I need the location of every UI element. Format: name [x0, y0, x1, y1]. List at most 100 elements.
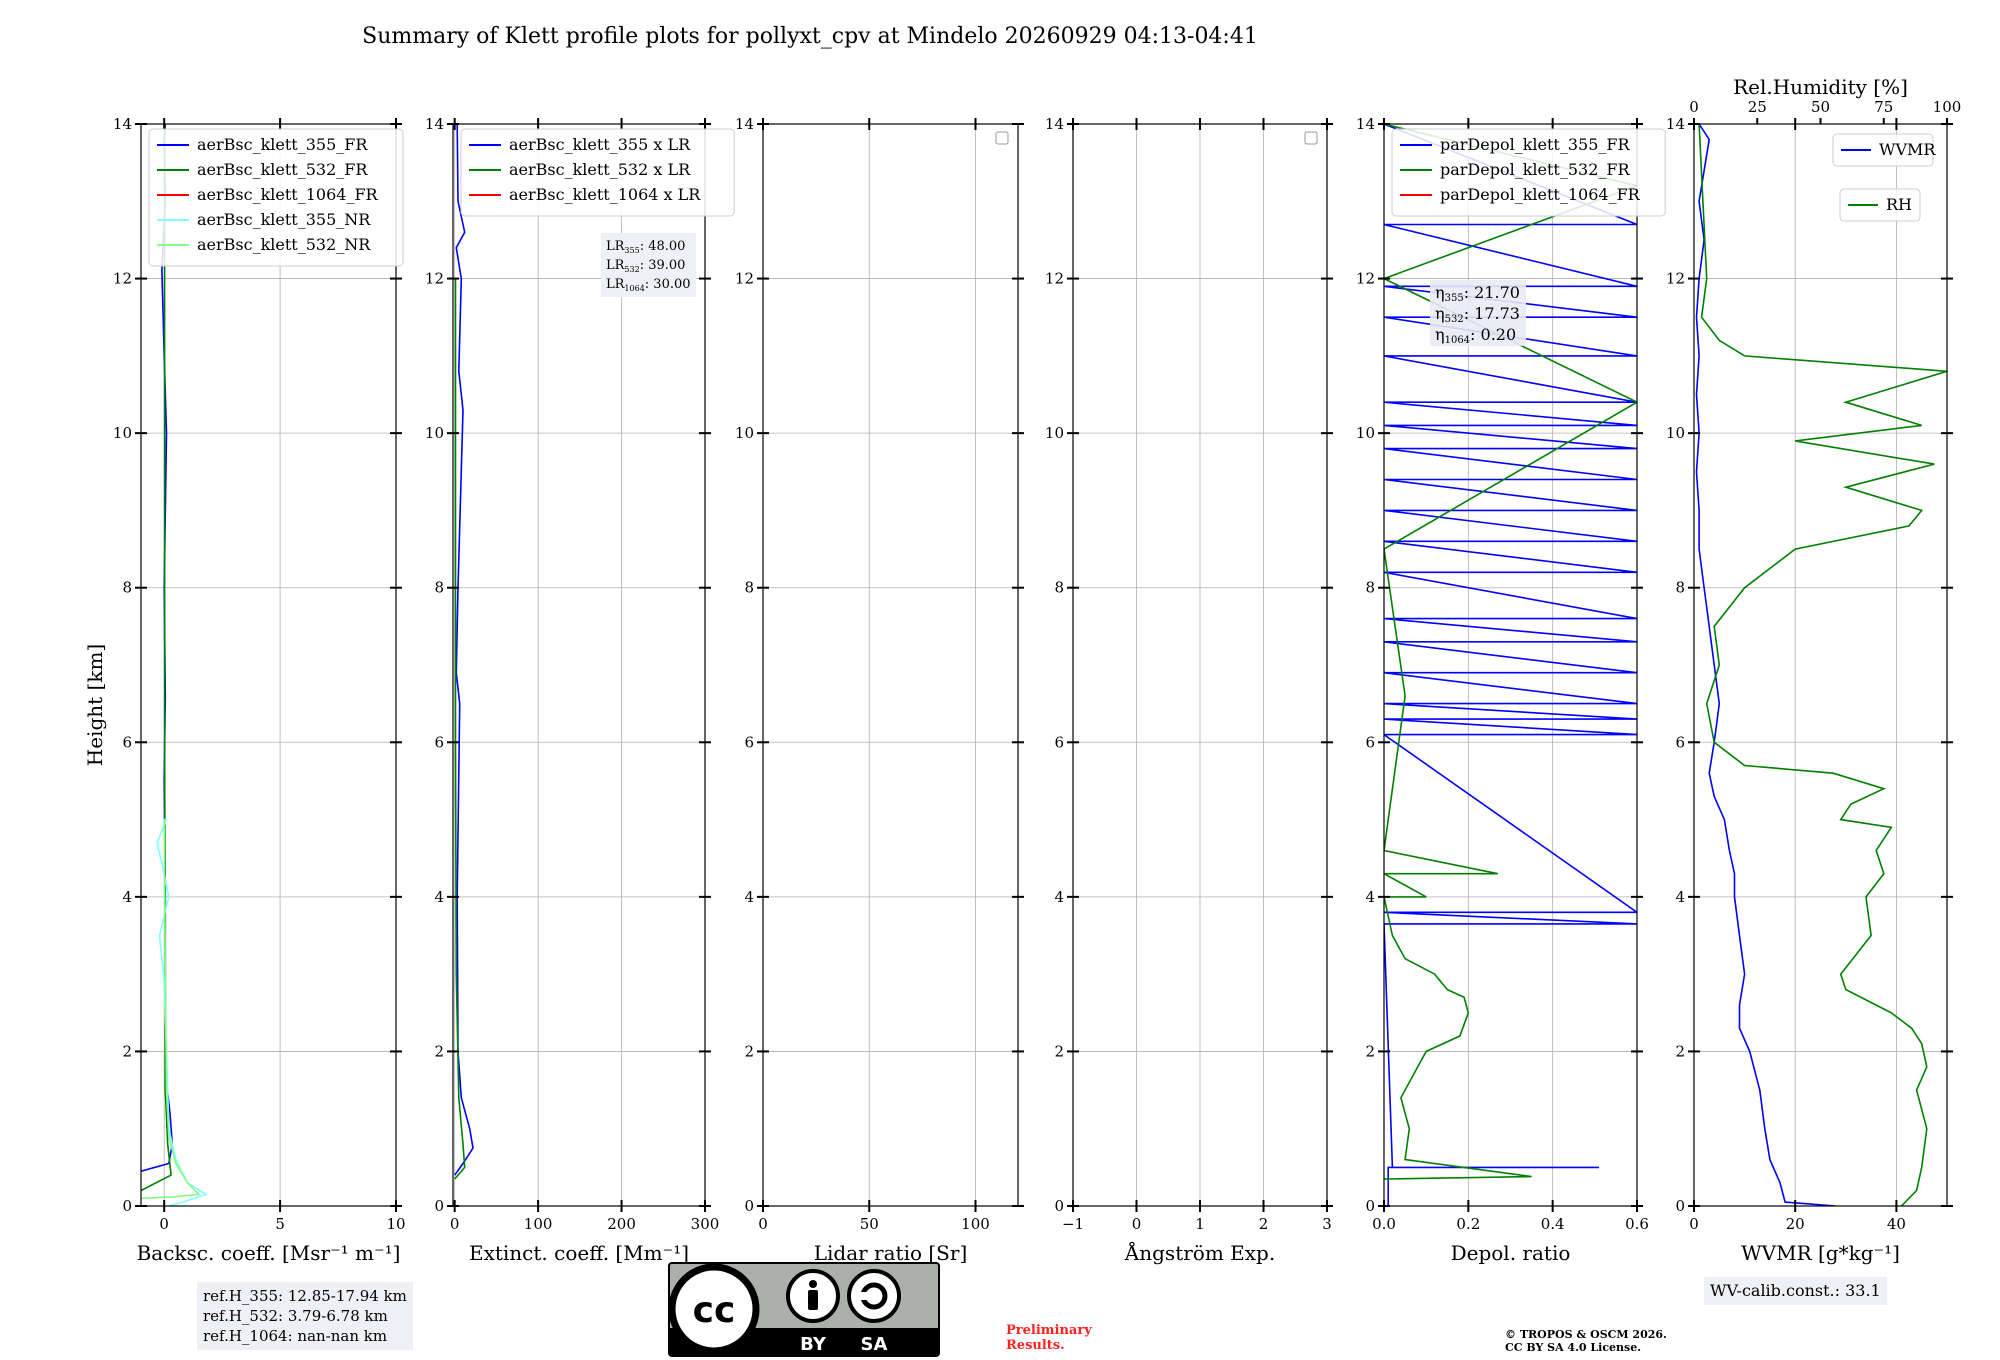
ytick-label: 0: [1365, 1197, 1375, 1215]
ytick-label: 6: [1675, 733, 1685, 751]
ytick-label: 4: [434, 888, 444, 906]
ytick-label: 10: [113, 424, 132, 442]
ytick-label: 14: [1045, 115, 1064, 133]
series-group: [1695, 124, 1947, 1206]
axes-frame: [140, 123, 397, 1207]
top-axis-label: Rel.Humidity [%]: [1733, 75, 1908, 99]
ytick-label: 8: [434, 579, 444, 597]
legend-entry-aerBsc_klett_532_FR: aerBsc_klett_532_FR: [197, 160, 368, 179]
ytick-label: 2: [434, 1042, 444, 1060]
x-axis-label: Depol. ratio: [1451, 1241, 1571, 1265]
refh-355: ref.H_355: 12.85-17.94 km: [203, 1287, 407, 1305]
legend-entry-aerBsc_klett_532_NR: aerBsc_klett_532_NR: [197, 235, 371, 254]
legend-entry-aerBsc_klett_1064 x LR: aerBsc_klett_1064 x LR: [509, 185, 701, 204]
ytick-label: 0: [122, 1197, 132, 1215]
ytick-label: 4: [744, 888, 754, 906]
cc-by-sa-badge: cc BY SA: [668, 1262, 940, 1357]
xtick-label: 100: [524, 1215, 553, 1233]
xtick-label: 0.2: [1456, 1215, 1480, 1233]
top-xtick-label: 50: [1811, 98, 1830, 116]
x-axis-label: Ångström Exp.: [1124, 1240, 1275, 1265]
wv-calib-box: WV-calib.const.: 33.1: [1704, 1277, 1887, 1305]
panel-ext: 0 2 4 6 8 10 12 14 0 100 200 300Extinct. coeff. [Mm…: [425, 115, 735, 1265]
series-line-RH: [1698, 124, 1947, 1206]
ytick-label: 6: [1365, 733, 1375, 751]
top-xtick-label: 100: [1933, 98, 1962, 116]
series-line-aerBsc_klett_355_FR: [141, 124, 174, 1172]
top-xtick-label: 0: [1689, 98, 1699, 116]
svg-text:cc: cc: [693, 1290, 736, 1331]
ytick-label: 12: [1045, 270, 1064, 288]
x-axis-label: WVMR [g*kg⁻¹]: [1741, 1241, 1900, 1265]
ytick-label: 14: [735, 115, 754, 133]
ytick-label: 8: [1365, 579, 1375, 597]
figure: Summary of Klett profile plots for polly…: [83, 24, 1961, 1265]
ytick-label: 4: [1365, 888, 1375, 906]
figure-title: Summary of Klett profile plots for polly…: [362, 24, 1258, 49]
ytick-label: 12: [1356, 270, 1375, 288]
ytick-label: 8: [744, 579, 754, 597]
xtick-label: 2: [1259, 1215, 1269, 1233]
lr-value-355: LR355: 48.00: [606, 239, 685, 255]
sa-share-alike-icon: [847, 1269, 901, 1323]
series-group: [141, 124, 208, 1206]
xtick-label: 200: [607, 1215, 636, 1233]
x-axis-label: Backsc. coeff. [Msr⁻¹ m⁻¹]: [137, 1241, 401, 1265]
x-axis-label: Extinct. coeff. [Mm⁻¹]: [469, 1241, 689, 1265]
refh-1064: ref.H_1064: nan-nan km: [203, 1327, 388, 1345]
legend-entry-aerBsc_klett_532 x LR: aerBsc_klett_532 x LR: [509, 160, 691, 179]
ytick-label: 8: [1675, 579, 1685, 597]
copyright-line1: © TROPOS & OSCM 2026.: [1505, 1328, 1667, 1341]
ytick-label: 12: [425, 270, 444, 288]
panels: 024681012140 5 10Backsc. coeff. [Msr⁻¹ m⁻¹…: [113, 75, 1961, 1265]
xtick-label: 0: [1689, 1215, 1699, 1233]
xtick-label: 1: [1195, 1215, 1205, 1233]
ytick-label: 4: [122, 888, 132, 906]
ytick-label: 14: [1666, 115, 1685, 133]
ytick-label: 14: [113, 115, 132, 133]
ytick-label: 0: [744, 1197, 754, 1215]
series-group: [454, 124, 474, 1180]
xtick-label: 0.0: [1372, 1215, 1396, 1233]
ytick-label: 14: [425, 115, 444, 133]
ytick-label: 6: [1054, 733, 1064, 751]
xtick-label: 100: [961, 1215, 990, 1233]
ytick-label: 2: [1365, 1042, 1375, 1060]
preliminary-line1: Preliminary: [1006, 1323, 1092, 1338]
xtick-label: 0: [450, 1215, 460, 1233]
xtick-label: 5: [275, 1215, 285, 1233]
panel-ang: 02468101214−1 0 1 2 3Ångström Exp.: [1045, 115, 1333, 1265]
empty-legend-box: [1304, 131, 1318, 145]
lr-value-532: LR532: 39.00: [606, 258, 685, 274]
legend-entry-aerBsc_klett_355_NR: aerBsc_klett_355_NR: [197, 210, 371, 229]
ytick-label: 0: [434, 1197, 444, 1215]
ytick-label: 6: [122, 733, 132, 751]
xtick-label: 0: [758, 1215, 768, 1233]
ytick-label: 8: [122, 579, 132, 597]
ytick-label: 8: [1054, 579, 1064, 597]
preliminary-note: Preliminary Results.: [1006, 1323, 1092, 1353]
ytick-label: 2: [1054, 1042, 1064, 1060]
legend-entry-aerBsc_klett_1064_FR: aerBsc_klett_1064_FR: [197, 185, 379, 204]
copyright-note: © TROPOS & OSCM 2026. CC BY SA 4.0 Licen…: [1505, 1328, 1667, 1354]
legend-entry-parDepol_klett_355_FR: parDepol_klett_355_FR: [1440, 135, 1631, 154]
xtick-label: 0.4: [1541, 1215, 1565, 1233]
ytick-label: 10: [1666, 424, 1685, 442]
lr-value-1064: LR1064: 30.00: [606, 277, 691, 293]
legend-entry-parDepol_klett_1064_FR: parDepol_klett_1064_FR: [1440, 185, 1641, 204]
ytick-label: 10: [735, 424, 754, 442]
ytick-label: 10: [425, 424, 444, 442]
xtick-label: 20: [1786, 1215, 1805, 1233]
legend-entry-parDepol_klett_532_FR: parDepol_klett_532_FR: [1440, 160, 1631, 179]
reference-height-box: ref.H_355: 12.85-17.94 km ref.H_532: 3.7…: [197, 1282, 413, 1350]
ytick-label: 12: [735, 270, 754, 288]
ytick-label: 0: [1675, 1197, 1685, 1215]
xtick-label: 3: [1322, 1215, 1332, 1233]
panel-lr: 024681012140 50 100Lidar ratio [Sr]: [735, 115, 1024, 1265]
ytick-label: 0: [1054, 1197, 1064, 1215]
refh-532: ref.H_532: 3.79-6.78 km: [203, 1307, 388, 1325]
panel-dep: 0 2 4 6 8 10 12 14 0.0 0.2 0.4 0.6 Depol. ratio parDe…: [1356, 115, 1666, 1265]
legend-entry-WVMR: WVMR: [1879, 140, 1936, 159]
xtick-label: 0.6: [1625, 1215, 1649, 1233]
ytick-label: 6: [744, 733, 754, 751]
